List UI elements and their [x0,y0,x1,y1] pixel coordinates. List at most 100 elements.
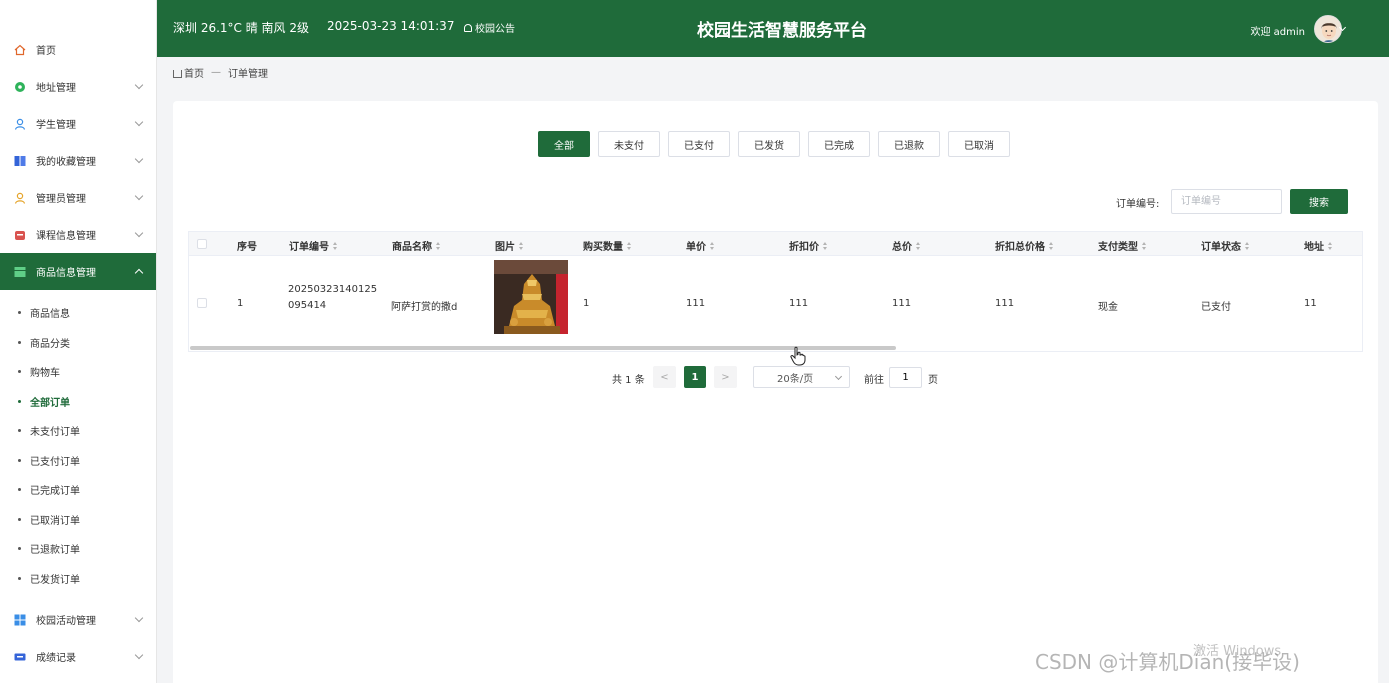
cell-pay-type: 现金 [1098,302,1118,313]
prev-page-button[interactable]: < [653,366,676,388]
sort-icon[interactable] [1328,242,1333,251]
page-size-select[interactable]: 20条/页 [753,366,850,388]
search-label: 订单编号: [1116,199,1160,210]
column-header-image[interactable]: 图片 [495,238,524,253]
bullet-icon [18,488,21,492]
column-header-discount-price[interactable]: 折扣价 [789,238,828,253]
submenu-item-shipped-orders[interactable]: 已发货订单 [0,564,156,594]
welcome-text: 欢迎 admin [1250,27,1305,38]
next-page-button[interactable]: > [714,366,737,388]
sidebar-item-students[interactable]: 学生管理 [0,105,156,142]
submenu-item-refunded-orders[interactable]: 已退款订单 [0,534,156,564]
column-header-status[interactable]: 订单状态 [1201,238,1250,253]
cell-total: 111 [892,298,912,309]
tab-all[interactable]: 全部 [538,131,590,157]
sidebar-item-home[interactable]: 首页 [0,31,156,68]
column-header-total[interactable]: 总价 [892,238,921,253]
sidebar-item-scores[interactable]: 成绩记录 [0,638,156,675]
sidebar-item-label: 校园活动管理 [36,616,96,627]
column-header-goods-name[interactable]: 商品名称 [392,238,441,253]
course-icon [14,229,26,241]
submenu-label: 已发货订单 [30,574,80,586]
tab-cancelled[interactable]: 已取消 [948,131,1010,157]
row-checkbox[interactable] [197,298,207,308]
sidebar-item-address[interactable]: 地址管理 [0,68,156,105]
cell-status: 已支付 [1201,302,1231,313]
sidebar-item-admins[interactable]: 管理员管理 [0,179,156,216]
column-header-order-no[interactable]: 订单编号 [289,238,338,253]
bullet-icon [18,370,21,374]
submenu-label: 已支付订单 [30,456,80,468]
page-suffix: 页 [928,375,938,386]
submenu-item-goods-category[interactable]: 商品分类 [0,328,156,358]
sidebar-item-goods[interactable]: 商品信息管理 [0,253,156,290]
bullet-icon [18,517,21,521]
column-header-discount-total[interactable]: 折扣总价格 [995,238,1054,253]
sort-icon[interactable] [333,242,338,251]
tab-paid[interactable]: 已支付 [668,131,730,157]
submenu-item-unpaid-orders[interactable]: 未支付订单 [0,416,156,446]
sort-icon[interactable] [1142,242,1147,251]
column-header-pay-type[interactable]: 支付类型 [1098,238,1147,253]
home-icon [173,69,182,78]
sort-icon[interactable] [916,242,921,251]
order-status-tabs: 全部 未支付 已支付 已发货 已完成 已退款 已取消 [538,131,1018,157]
column-header-price[interactable]: 单价 [686,238,715,253]
sort-icon[interactable] [436,242,441,251]
chevron-down-icon [134,154,144,164]
pagination-total: 共 1 条 [612,375,645,386]
tab-unpaid[interactable]: 未支付 [598,131,660,157]
submenu-item-cart[interactable]: 购物车 [0,357,156,387]
sort-icon[interactable] [519,242,524,251]
current-page-button[interactable]: 1 [684,366,706,388]
bullet-icon [18,547,21,551]
column-header-quantity[interactable]: 购买数量 [583,238,632,253]
tab-completed[interactable]: 已完成 [808,131,870,157]
goto-page-input[interactable] [889,367,922,388]
breadcrumb: 首页 — 订单管理 [173,65,268,80]
submenu-item-cancelled-orders[interactable]: 已取消订单 [0,505,156,535]
chevron-down-icon [134,117,144,127]
submenu-label: 全部订单 [30,397,70,409]
sidebar: 首页 地址管理 学生管理 我的收藏管理 管理员管理 课程信息管理 商品信息管理 … [0,0,157,683]
submenu-label: 购物车 [30,368,60,380]
page-size-value: 20条/页 [777,373,814,385]
chevron-down-icon [134,191,144,201]
submenu-item-completed-orders[interactable]: 已完成订单 [0,475,156,505]
sort-icon[interactable] [1049,242,1054,251]
sidebar-item-courses[interactable]: 课程信息管理 [0,216,156,253]
breadcrumb-home[interactable]: 首页 [184,65,204,80]
sidebar-item-activities[interactable]: 校园活动管理 [0,601,156,638]
submenu-item-paid-orders[interactable]: 已支付订单 [0,446,156,476]
sort-icon[interactable] [1245,242,1250,251]
sort-icon[interactable] [823,242,828,251]
submenu-label: 已完成订单 [30,486,80,498]
submenu-label: 商品分类 [30,338,70,350]
sort-icon[interactable] [627,242,632,251]
chevron-down-icon [834,372,843,381]
column-header-address[interactable]: 地址 [1304,238,1333,253]
submenu-item-all-orders[interactable]: 全部订单 [0,387,156,417]
main-content-card: 全部 未支付 已支付 已发货 已完成 已退款 已取消 订单编号: 搜索 序号 订… [173,101,1378,683]
tab-shipped[interactable]: 已发货 [738,131,800,157]
order-number-search-input[interactable] [1171,189,1282,214]
score-icon [14,651,26,663]
activity-icon [14,614,26,626]
bullet-icon [18,458,21,462]
select-all-checkbox[interactable] [197,239,207,249]
tab-refunded[interactable]: 已退款 [878,131,940,157]
breadcrumb-current: 订单管理 [228,69,268,80]
avatar[interactable] [1314,15,1342,43]
sort-icon[interactable] [710,242,715,251]
breadcrumb-separator: — [211,67,221,78]
submenu-label: 已退款订单 [30,545,80,557]
sidebar-item-favorites[interactable]: 我的收藏管理 [0,142,156,179]
goods-image [494,260,568,334]
search-button[interactable]: 搜索 [1290,189,1348,214]
submenu-item-goods-info[interactable]: 商品信息 [0,298,156,328]
cell-discount-price: 111 [789,298,809,309]
submenu-label: 商品信息 [30,309,70,321]
cell-order-no: 20250323140125095414 [288,284,378,311]
chevron-up-icon [134,268,144,278]
bullet-icon [18,576,21,580]
